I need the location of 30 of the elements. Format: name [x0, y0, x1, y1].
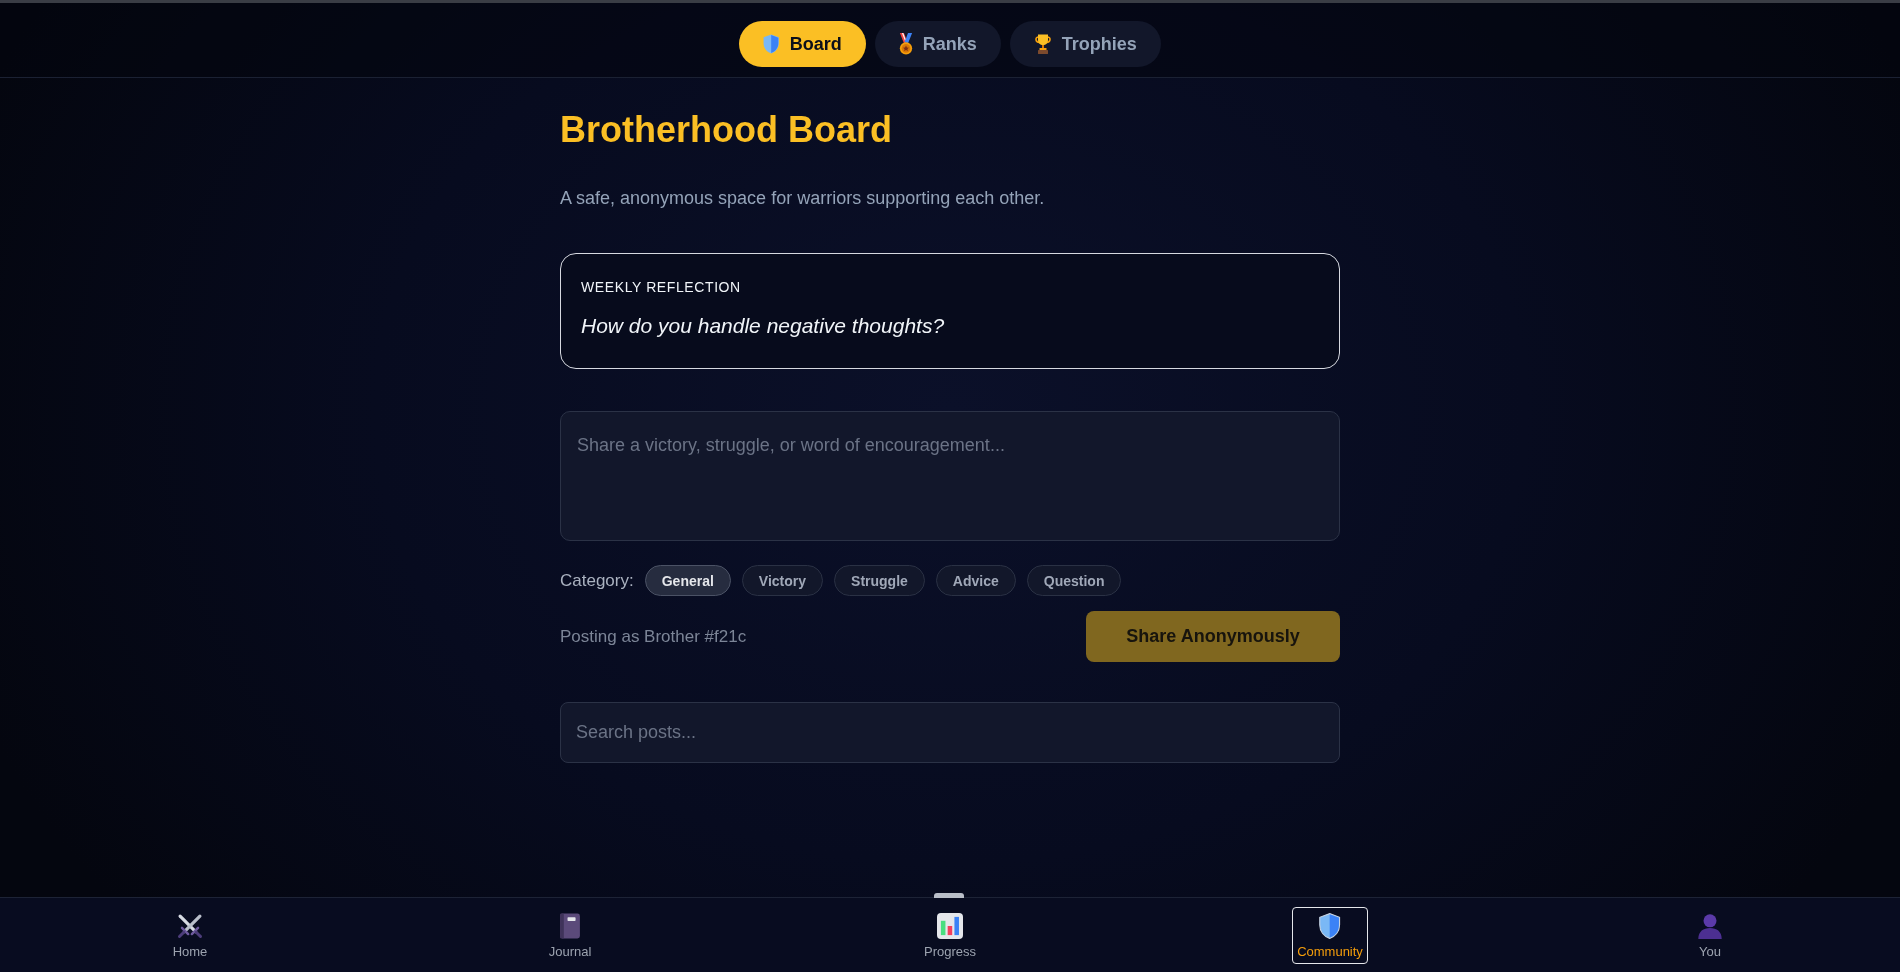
- bottom-nav-item[interactable]: Home: [167, 906, 213, 964]
- posting-as-text: Posting as Brother #f21c: [560, 626, 747, 647]
- bar-chart-icon: [937, 912, 963, 939]
- nav-tab[interactable]: Ranks: [874, 21, 1001, 67]
- page-title: Brotherhood Board: [560, 108, 892, 152]
- nav-tab[interactable]: Board: [739, 21, 866, 67]
- medal-icon: [898, 33, 913, 55]
- person-icon: [1697, 912, 1723, 939]
- shield-icon: [1319, 912, 1341, 939]
- reflection-question: How do you handle negative thoughts?: [581, 313, 945, 339]
- page-subtitle: A safe, anonymous space for warriors supporting each other.: [560, 187, 1045, 210]
- bottom-nav-item[interactable]: You: [1692, 906, 1728, 964]
- category-chip[interactable]: Question: [1026, 565, 1122, 596]
- trophy-icon: [1033, 34, 1052, 54]
- bottom-nav-item[interactable]: Community: [1292, 906, 1368, 964]
- crossed-swords-icon: [177, 912, 203, 939]
- category-chip[interactable]: Advice: [935, 565, 1016, 596]
- category-chip[interactable]: Victory: [741, 565, 824, 596]
- category-chip[interactable]: Struggle: [834, 565, 925, 596]
- search-field[interactable]: Search posts...: [560, 702, 1340, 763]
- shield-icon: [763, 34, 780, 54]
- nav-tab[interactable]: Trophies: [1009, 21, 1161, 67]
- handle-icon: [934, 893, 964, 898]
- bottom-nav-item[interactable]: Progress: [919, 906, 981, 964]
- reflection-label: WEEKLY REFLECTION: [581, 278, 741, 296]
- post-textarea[interactable]: Share a victory, struggle, or word of encouragement...: [560, 411, 1340, 541]
- book-icon: [559, 912, 581, 939]
- category-label: Category:: [560, 570, 634, 591]
- category-chip[interactable]: General: [644, 565, 731, 596]
- bottom-nav-item[interactable]: Journal: [543, 906, 597, 964]
